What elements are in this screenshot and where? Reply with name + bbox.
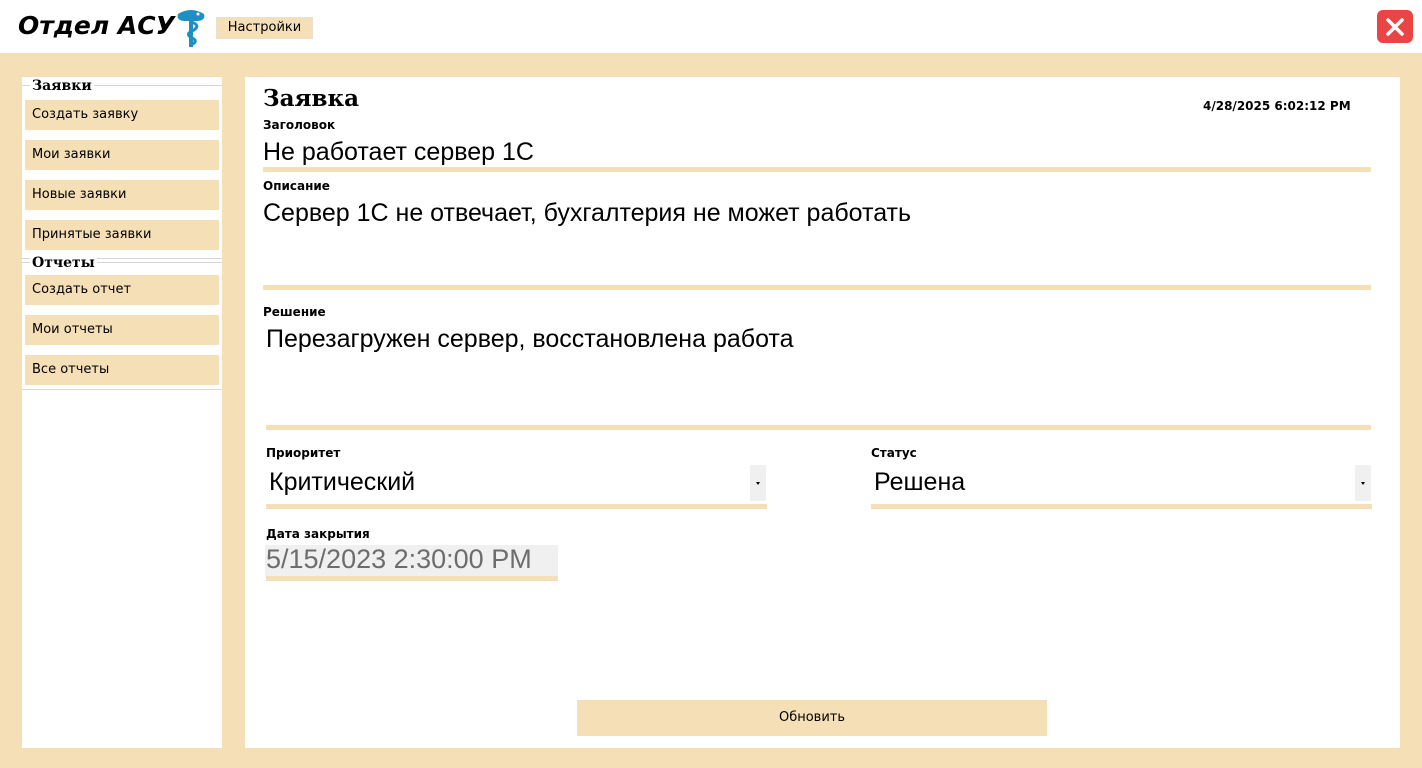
settings-button[interactable]: Настройки [216,17,313,39]
my-requests-button[interactable]: Мои заявки [25,140,219,170]
priority-underline [266,504,767,509]
solution-underline [266,425,1371,430]
reports-group: Отчеты Создать отчет Мои отчеты Все отче… [22,255,222,390]
description-field[interactable]: Сервер 1С не отвечает, бухгалтерия не мо… [263,199,911,228]
status-select[interactable]: Решена [874,468,965,497]
requests-group-title: Заявки [30,78,94,94]
heading-underline [263,167,1371,172]
update-button[interactable]: Обновить [577,700,1047,736]
close-date-field: 5/15/2023 2:30:00 PM [266,544,532,574]
requests-group: Заявки Создать заявку Мои заявки Новые з… [22,78,222,259]
priority-label: Приоритет [266,446,341,460]
solution-label: Решение [263,305,326,319]
my-reports-button[interactable]: Мои отчеты [25,315,219,345]
description-label: Описание [263,179,330,193]
all-reports-button[interactable]: Все отчеты [25,355,219,385]
heading-field[interactable]: Не работает сервер 1С [263,138,534,167]
top-bar: Отдел АСУ Настройки [0,0,1422,53]
status-dropdown-arrow[interactable] [1355,465,1371,501]
description-underline [263,285,1371,290]
close-date-label: Дата закрытия [266,527,370,541]
status-label: Статус [871,446,917,460]
reports-group-title: Отчеты [30,255,97,271]
close-date-underline [266,576,558,581]
close-button[interactable] [1377,10,1413,43]
heading-label: Заголовок [263,118,336,132]
accepted-requests-button[interactable]: Принятые заявки [25,220,219,250]
priority-select[interactable]: Критический [269,468,415,497]
caduceus-icon [177,10,205,47]
sidebar: Заявки Создать заявку Мои заявки Новые з… [22,77,222,748]
request-form: Заявка 4/28/2025 6:02:12 PM Заголовок Не… [245,77,1400,748]
status-underline [871,504,1372,509]
create-report-button[interactable]: Создать отчет [25,275,219,305]
current-timestamp: 4/28/2025 6:02:12 PM [1203,99,1351,113]
solution-field[interactable]: Перезагружен сервер, восстановлена работ… [266,325,794,354]
page-title: Заявка [263,85,359,112]
priority-dropdown-arrow[interactable] [750,465,766,501]
app-title: Отдел АСУ [18,11,175,40]
new-requests-button[interactable]: Новые заявки [25,180,219,210]
close-icon [1386,18,1404,36]
create-request-button[interactable]: Создать заявку [25,100,219,130]
